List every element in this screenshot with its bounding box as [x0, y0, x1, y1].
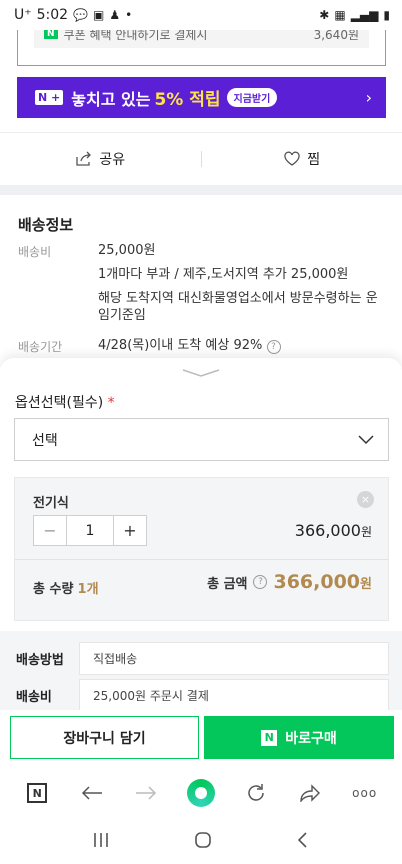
status-bar: U⁺ 5:02 💬 ▣ ♟ • ✱ ▦ ▂▄▆ ▮	[0, 0, 402, 30]
shipping-period-label: 배송기간	[18, 340, 63, 354]
decrease-button[interactable]: −	[34, 516, 66, 545]
bluetooth-icon: ✱	[319, 8, 330, 22]
delivery-fee-label: 배송비	[16, 690, 52, 705]
person-icon: ♟	[109, 8, 121, 22]
5g-icon: ▦	[334, 8, 346, 22]
option-sheet: 옵션선택(필수) * 선택 전기식 × − 1 + 366,000원 총 수량 …	[0, 358, 402, 712]
share-arrow-icon	[300, 784, 321, 802]
item-price: 366,000원	[295, 521, 372, 540]
collapse-handle-icon[interactable]	[181, 368, 221, 378]
refresh-icon	[247, 784, 264, 801]
total-amount: 총 금액 ? 366,000원	[207, 571, 372, 593]
delivery-method-label: 배송방법	[16, 653, 64, 668]
naver-n-icon: N	[27, 783, 48, 803]
shipping-fee-note-1: 해당 도착지역 대신화물영업소에서 방문수령하는 운	[98, 291, 378, 306]
item-price-currency: 원	[360, 525, 372, 539]
option-title: 옵션선택(필수) *	[15, 392, 115, 412]
item-divider	[15, 559, 388, 560]
recent-apps-icon[interactable]	[92, 832, 110, 848]
option-select[interactable]: 선택	[14, 418, 389, 461]
quantity-value[interactable]: 1	[66, 516, 114, 545]
help-icon[interactable]: ?	[266, 340, 281, 354]
green-dot-button[interactable]	[186, 779, 215, 807]
arrow-left-icon	[81, 786, 102, 800]
share-page-button[interactable]	[296, 779, 324, 807]
back-nav-icon[interactable]	[296, 831, 310, 849]
item-price-value: 366,000	[294, 521, 361, 540]
shipping-title: 배송정보	[18, 216, 74, 234]
chevron-down-icon	[358, 434, 374, 444]
wish-label: 찜	[307, 152, 321, 168]
system-nav	[0, 816, 402, 864]
delivery-method-field: 직접배송	[79, 642, 389, 675]
wish-button[interactable]: 찜	[202, 149, 402, 169]
naver-logo-icon: N	[261, 729, 278, 746]
item-name: 전기식	[33, 496, 69, 511]
quantity-stepper: − 1 +	[33, 515, 147, 546]
promo-pill: 지금받기	[226, 88, 278, 107]
naver-home-button[interactable]: N	[23, 779, 51, 807]
arrow-right-icon	[136, 786, 157, 800]
promo-highlight: 5% 적립	[154, 90, 221, 110]
action-bar: 장바구니 담기 N 바로구매	[0, 710, 402, 770]
dot-icon: •	[125, 8, 133, 22]
signal-icon: ▂▄▆	[350, 8, 379, 22]
promo-text: 놓치고 있는	[71, 89, 151, 109]
back-button[interactable]	[78, 779, 106, 807]
promo-banner[interactable]: N + 놓치고 있는 5% 적립 지금받기 ›	[17, 77, 386, 118]
heart-icon	[284, 151, 300, 166]
help-icon[interactable]: ?	[253, 575, 268, 589]
selected-item-box: 전기식 × − 1 + 366,000원 총 수량 1개 총 금액 ? 366,…	[14, 477, 389, 621]
increase-button[interactable]: +	[114, 516, 146, 545]
total-amount-value: 366,000	[273, 571, 361, 593]
shipping-fee-value: 25,000원	[98, 243, 156, 258]
option-select-value: 선택	[32, 432, 58, 449]
shipping-period-value: 4/28(목)이내 도착 예상 92% ?	[98, 337, 281, 355]
green-dot-icon	[186, 779, 215, 807]
refresh-button[interactable]	[242, 779, 270, 807]
total-qty-value: 1개	[77, 582, 99, 597]
total-quantity: 총 수량 1개	[33, 578, 99, 597]
forward-button[interactable]	[132, 779, 160, 807]
remove-item-icon[interactable]: ×	[357, 491, 374, 508]
share-label: 공유	[99, 152, 126, 168]
buy-now-label: 바로구매	[285, 730, 337, 747]
share-icon	[76, 151, 92, 166]
required-mark: *	[107, 395, 115, 411]
share-bar: 공유 찜	[0, 133, 402, 185]
total-amount-value-wrap: 366,000원	[273, 571, 372, 593]
delivery-section: 배송방법 직접배송 배송비 25,000원 주문시 결제	[0, 631, 402, 712]
shipping-fee-label: 배송비	[18, 245, 52, 259]
home-icon[interactable]	[194, 831, 212, 849]
shipping-period-text: 4/28(목)이내 도착 예상 92%	[98, 338, 263, 353]
chat-icon: 💬	[73, 8, 89, 22]
total-amount-label: 총 금액	[207, 576, 248, 592]
shipping-fee-extra: 1개마다 부과 / 제주,도서지역 추가 25,000원	[98, 267, 349, 282]
gallery-icon: ▣	[93, 8, 105, 22]
more-button[interactable]: ooo	[351, 779, 379, 807]
shipping-fee-note-2: 임기준임	[98, 308, 146, 323]
clock: 5:02	[36, 7, 69, 23]
browser-toolbar: N ooo	[0, 770, 402, 816]
add-to-cart-button[interactable]: 장바구니 담기	[10, 716, 199, 759]
option-title-text: 옵션선택(필수)	[15, 395, 104, 411]
nplus-icon: N +	[35, 90, 64, 105]
delivery-fee-field: 25,000원 주문시 결제	[79, 679, 389, 712]
total-qty-label: 총 수량	[33, 582, 74, 597]
total-amount-currency: 원	[360, 577, 372, 592]
chevron-right-icon: ›	[365, 88, 372, 107]
section-separator	[0, 185, 402, 195]
buy-now-button[interactable]: N 바로구매	[204, 716, 394, 759]
share-button[interactable]: 공유	[0, 149, 201, 169]
npay-icon: N	[44, 29, 58, 39]
battery-icon: ▮	[383, 8, 390, 22]
carrier-label: U⁺	[14, 7, 32, 23]
